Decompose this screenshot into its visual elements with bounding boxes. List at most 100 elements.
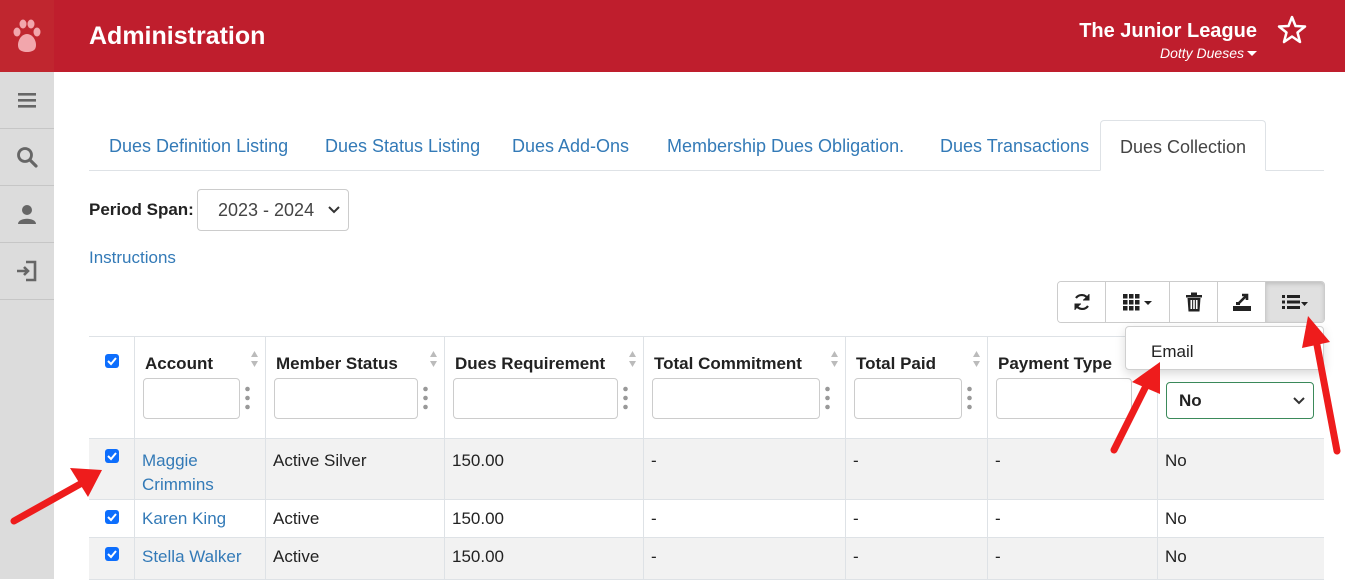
row-checkbox[interactable] <box>105 510 119 524</box>
more-options-icon[interactable] <box>423 386 428 410</box>
last-column-filter-value: No <box>1179 391 1202 410</box>
header-member-status[interactable]: Member Status <box>265 337 444 439</box>
export-icon <box>1232 293 1251 311</box>
member-status-cell: Active Silver <box>265 439 444 499</box>
more-options-icon[interactable] <box>623 386 628 410</box>
row-select-cell <box>89 538 134 579</box>
sort-icon[interactable] <box>628 349 637 369</box>
period-span-value: 2023 - 2024 <box>218 200 315 220</box>
more-options-icon[interactable] <box>825 386 830 410</box>
header-account[interactable]: Account <box>134 337 265 439</box>
refresh-button[interactable] <box>1058 282 1106 322</box>
more-options-icon[interactable] <box>967 386 972 410</box>
user-name: Dotty Dueses <box>1159 45 1244 61</box>
dues-requirement-cell: 150.00 <box>444 439 643 499</box>
chevron-down-icon <box>1247 50 1257 56</box>
sidebar-user-button[interactable] <box>0 186 54 243</box>
tab-dues-collection[interactable]: Dues Collection <box>1100 120 1267 171</box>
tab-dues-definition-listing[interactable]: Dues Definition Listing <box>109 120 288 171</box>
search-icon <box>17 147 38 168</box>
total-paid-cell: - <box>845 439 987 499</box>
org-name: The Junior League <box>1079 20 1257 42</box>
instructions-link[interactable]: Instructions <box>89 248 176 268</box>
column-label: Member Status <box>276 354 398 373</box>
checkmark-icon <box>107 357 117 366</box>
sidebar-logout-button[interactable] <box>0 243 54 300</box>
account-link[interactable]: Karen King <box>134 500 265 537</box>
delete-button[interactable] <box>1170 282 1218 322</box>
header-select-all-cell <box>89 337 134 439</box>
period-span-select[interactable]: 2023 - 2024 <box>197 189 349 231</box>
list-menu-button[interactable] <box>1266 282 1324 322</box>
chevron-down-icon <box>328 206 340 214</box>
export-button[interactable] <box>1218 282 1266 322</box>
total-commitment-filter-input[interactable] <box>652 378 820 419</box>
column-label: Total Commitment <box>654 354 802 373</box>
dues-requirement-cell: 150.00 <box>444 500 643 537</box>
account-link[interactable]: Stella Walker <box>134 538 265 579</box>
last-column-cell: No <box>1157 538 1324 579</box>
total-paid-filter-input[interactable] <box>854 378 962 419</box>
payment-type-cell: - <box>987 538 1157 579</box>
user-menu[interactable]: Dotty Dueses <box>1160 45 1257 61</box>
row-checkbox[interactable] <box>105 547 119 561</box>
table-toolbar <box>1057 281 1325 323</box>
table-row: Maggie Crimmins Active Silver 150.00 - -… <box>89 439 1324 500</box>
select-all-checkbox[interactable] <box>105 354 119 368</box>
account-link[interactable]: Maggie Crimmins <box>134 439 265 499</box>
total-commitment-cell: - <box>643 439 845 499</box>
user-icon <box>18 205 36 224</box>
row-select-cell <box>89 500 134 537</box>
member-status-filter-input[interactable] <box>274 378 418 419</box>
checkmark-icon <box>107 452 117 461</box>
star-icon[interactable] <box>1277 15 1307 45</box>
sort-icon[interactable] <box>830 349 839 369</box>
list-actions-menu: Email <box>1125 326 1324 370</box>
logout-icon <box>17 260 37 282</box>
columns-button[interactable] <box>1106 282 1170 322</box>
tab-dues-add-ons[interactable]: Dues Add-Ons <box>512 120 629 171</box>
sort-icon[interactable] <box>250 349 259 369</box>
tab-membership-dues-obligation[interactable]: Membership Dues Obligation. <box>667 120 904 171</box>
checkmark-icon <box>107 550 117 559</box>
tab-dues-status-listing[interactable]: Dues Status Listing <box>325 120 480 171</box>
trash-icon <box>1185 292 1202 312</box>
logo-area[interactable] <box>0 0 54 72</box>
refresh-icon <box>1074 293 1089 311</box>
more-options-icon[interactable] <box>245 386 250 410</box>
tab-bar: Dues Definition Listing Dues Status List… <box>89 120 1324 171</box>
account-filter-input[interactable] <box>143 378 240 419</box>
column-label: Payment Type <box>998 354 1113 373</box>
last-column-cell: No <box>1157 500 1324 537</box>
column-label: Dues Requirement <box>455 354 606 373</box>
sidebar <box>0 72 54 579</box>
payment-type-cell: - <box>987 500 1157 537</box>
columns-icon <box>1122 294 1152 311</box>
header-total-commitment[interactable]: Total Commitment <box>643 337 845 439</box>
header-total-paid[interactable]: Total Paid <box>845 337 987 439</box>
last-column-filter-select[interactable]: No <box>1166 382 1314 419</box>
paw-logo-icon <box>13 19 41 52</box>
row-select-cell <box>89 439 134 499</box>
dues-requirement-filter-input[interactable] <box>453 378 618 419</box>
tab-dues-transactions[interactable]: Dues Transactions <box>940 120 1089 171</box>
total-paid-cell: - <box>845 538 987 579</box>
member-status-cell: Active <box>265 538 444 579</box>
list-menu-icon <box>1282 295 1308 309</box>
table-row: Stella Walker Active 150.00 - - - No <box>89 538 1324 580</box>
period-span-label: Period Span: <box>89 200 194 219</box>
chevron-down-icon <box>1293 397 1305 405</box>
member-status-cell: Active <box>265 500 444 537</box>
column-label: Total Paid <box>856 354 936 373</box>
sidebar-search-button[interactable] <box>0 129 54 186</box>
sidebar-menu-button[interactable] <box>0 72 54 129</box>
menu-item-email[interactable]: Email <box>1151 342 1194 362</box>
row-checkbox[interactable] <box>105 449 119 463</box>
total-paid-cell: - <box>845 500 987 537</box>
payment-type-filter-input[interactable] <box>996 378 1132 419</box>
total-commitment-cell: - <box>643 538 845 579</box>
sort-icon[interactable] <box>429 349 438 369</box>
header-dues-requirement[interactable]: Dues Requirement <box>444 337 643 439</box>
payment-type-cell: - <box>987 439 1157 499</box>
sort-icon[interactable] <box>972 349 981 369</box>
